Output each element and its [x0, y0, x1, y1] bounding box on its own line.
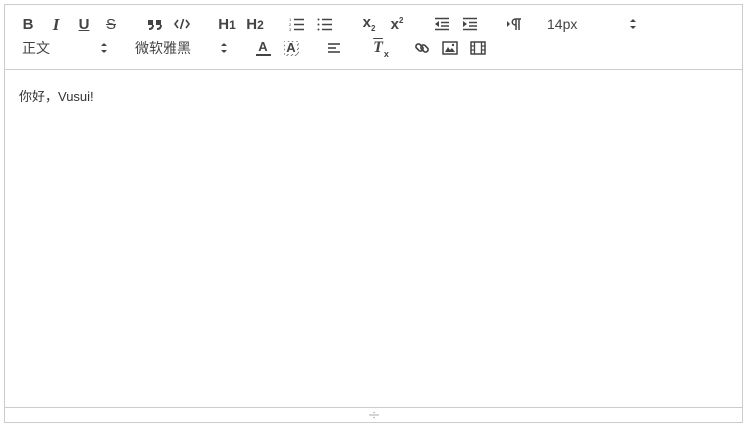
indent-button[interactable] [459, 13, 481, 35]
picker-arrows-icon [221, 43, 227, 53]
bold-icon: B [22, 15, 34, 33]
bullet-list-icon [317, 18, 332, 31]
superscript-icon: x2 [390, 15, 404, 33]
code-block-button[interactable] [171, 13, 193, 35]
editor-content[interactable]: 你好，Vusui! [5, 70, 742, 408]
font-size-value: 14px [547, 16, 578, 32]
superscript-button[interactable]: x2 [386, 13, 408, 35]
font-family-picker[interactable]: 微软雅黑 [135, 37, 228, 59]
background-color-button[interactable]: A [280, 37, 302, 59]
font-family-value: 微软雅黑 [135, 40, 191, 56]
blockquote-button[interactable] [144, 13, 166, 35]
header-picker[interactable]: 正文 [22, 37, 108, 59]
text-direction-icon [507, 18, 521, 30]
align-button[interactable] [323, 37, 345, 59]
video-icon [470, 41, 486, 55]
picker-arrows-icon [630, 19, 636, 29]
bold-button[interactable]: B [17, 13, 39, 35]
subscript-icon: x2 [362, 14, 376, 33]
picker-arrows-icon [101, 43, 107, 53]
video-button[interactable] [467, 37, 489, 59]
code-icon [174, 18, 190, 30]
indent-icon [463, 17, 477, 31]
editor-toolbar: B I U S H1 H2 1 2 3 x2 x2 14px 正文 微软雅黑 A… [5, 5, 742, 70]
bullet-list-button[interactable] [314, 13, 336, 35]
text-color-icon: A [255, 40, 271, 56]
clean-format-button[interactable]: T x [367, 37, 389, 60]
subscript-button[interactable]: x2 [358, 13, 380, 35]
strike-button[interactable]: S [100, 13, 122, 35]
link-button[interactable] [411, 37, 433, 59]
rich-text-editor: B I U S H1 H2 1 2 3 x2 x2 14px 正文 微软雅黑 A… [4, 4, 743, 423]
h1-icon: H1 [218, 15, 236, 33]
header1-button[interactable]: H1 [215, 13, 239, 35]
font-size-picker[interactable]: 14px [547, 13, 637, 35]
underline-icon: U [78, 15, 90, 33]
header2-button[interactable]: H2 [243, 13, 267, 35]
quote-icon [148, 20, 162, 30]
link-icon [415, 43, 429, 53]
italic-icon: I [52, 14, 60, 34]
outdent-button[interactable] [431, 13, 453, 35]
background-color-icon: A [283, 40, 299, 56]
ordered-list-icon: 1 2 3 [289, 17, 304, 31]
italic-button[interactable]: I [45, 13, 67, 35]
image-icon [442, 41, 458, 55]
image-button[interactable] [439, 37, 461, 59]
text-direction-button[interactable] [503, 13, 525, 35]
underline-button[interactable]: U [73, 13, 95, 35]
resize-handle[interactable] [5, 407, 742, 422]
align-left-icon [328, 43, 340, 53]
h2-icon: H2 [246, 15, 264, 33]
clear-format-icon: T x [373, 39, 389, 60]
resize-grip-icon [368, 411, 379, 419]
svg-text:3: 3 [289, 27, 292, 31]
strike-icon: S [105, 15, 116, 33]
text-color-button[interactable]: A [252, 37, 274, 59]
outdent-icon [435, 17, 449, 31]
header-value: 正文 [22, 40, 50, 56]
ordered-list-button[interactable]: 1 2 3 [286, 13, 308, 35]
content-paragraph: 你好，Vusui! [19, 89, 94, 104]
